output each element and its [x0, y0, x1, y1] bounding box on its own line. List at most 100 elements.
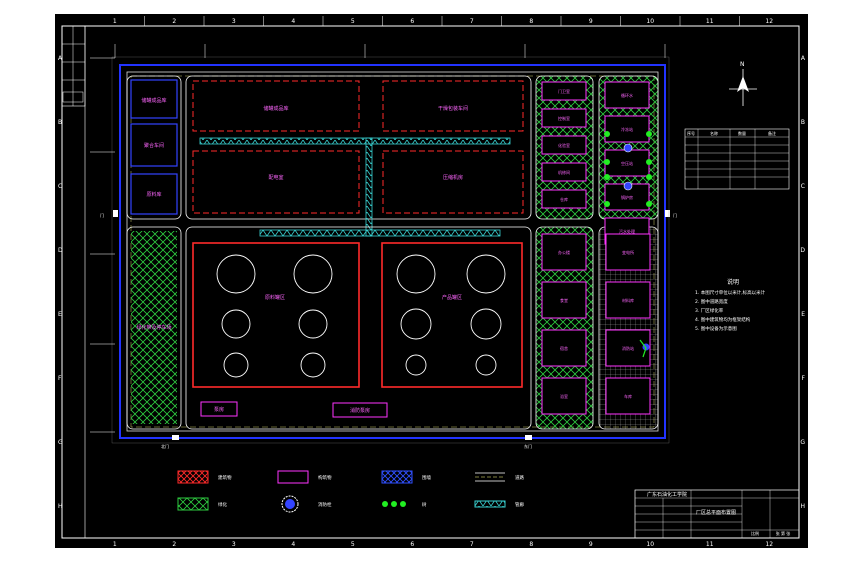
title-block: 广东石油化工学院 厂区总平面布置图 比例 张 第 张 — [634, 489, 800, 539]
building-table: 序号 名称 数量 备注 — [684, 128, 790, 190]
table-header: 名称 — [710, 130, 718, 136]
site-plan-drawing: 112233445566778899101011111212 AABBCCDDE… — [58, 16, 806, 548]
col-label: 10 — [646, 18, 654, 25]
building-label: 办公楼 — [558, 249, 570, 255]
building-label: 仓库 — [560, 196, 568, 202]
note-line: 2. 图中道路宽度 — [695, 298, 728, 305]
green-belt-label: 绿化带及停车场 — [136, 324, 171, 331]
svg-text:东门: 东门 — [524, 443, 532, 449]
label-left-3: 原料库 — [146, 191, 161, 198]
table-header: 数量 — [738, 130, 746, 136]
north-compass: N — [729, 61, 757, 106]
row-label: B — [801, 119, 805, 126]
svg-text:干燥包装车间: 干燥包装车间 — [438, 105, 468, 112]
col-label: 7 — [470, 541, 474, 548]
row-label: D — [58, 247, 63, 254]
label-left-2: 聚合车间 — [144, 142, 164, 149]
storage-tanks — [216, 254, 506, 378]
svg-text:门: 门 — [673, 212, 677, 218]
legend-item: 建筑物 — [177, 470, 232, 484]
building-label: 变电所 — [622, 249, 634, 255]
col-label: 11 — [706, 541, 714, 548]
legend-label: 建筑物 — [218, 474, 232, 481]
building-label: 材料库 — [622, 297, 634, 303]
legend-item: 树 — [382, 501, 427, 508]
col-label: 9 — [589, 541, 593, 548]
gate-east — [665, 210, 670, 217]
legend-label: 道路 — [515, 474, 524, 481]
col-label: 1 — [113, 18, 117, 25]
building-label: 消防站 — [622, 345, 634, 351]
svg-text:消防泵房: 消防泵房 — [350, 407, 370, 414]
column-labels: 112233445566778899101011111212 — [113, 16, 773, 548]
cad-viewport: 1 1 2 2 3 3 4 4 5 5 6 6 7 7 8 8 9 9 10 10 11 11 12 12 AABBCCDDE… — [55, 14, 808, 548]
building-label: 空压站 — [621, 160, 633, 166]
svg-text:泵房: 泵房 — [214, 406, 224, 413]
svg-text:配电室: 配电室 — [268, 174, 283, 181]
note-line: 4. 图中建筑物均为框架结构 — [695, 316, 751, 323]
building-label: 门卫室 — [558, 88, 570, 94]
svg-text:储罐成品库: 储罐成品库 — [263, 105, 288, 112]
building-label: 车库 — [624, 393, 632, 399]
building-label: 化验室 — [558, 142, 570, 148]
legend-item: 消防栓 — [281, 495, 332, 513]
legend-label: 围墙 — [422, 474, 431, 481]
row-label: B — [58, 119, 62, 126]
legend-label: 绿化 — [218, 501, 227, 508]
building-label: 锅炉房 — [621, 194, 633, 200]
building-label: 污水处理 — [619, 228, 635, 234]
row-label: G — [58, 439, 63, 446]
svg-text:厂区总平面布置图: 厂区总平面布置图 — [696, 509, 736, 516]
table-header: 备注 — [768, 130, 776, 136]
gate-west — [113, 210, 118, 217]
left-title-grid — [61, 25, 86, 107]
svg-text:张 第 张: 张 第 张 — [776, 530, 791, 536]
row-label: F — [58, 375, 62, 382]
col-label: 10 — [646, 541, 654, 548]
right-buildings: 门卫室控制室化验室机修间仓库 循环水冷冻站空压站锅炉房污水处理办公楼食堂宿舍浴室 变… — [535, 75, 659, 430]
svg-text:N: N — [740, 61, 745, 68]
col-label: 4 — [291, 18, 295, 25]
tank-area-left — [192, 242, 360, 388]
row-label: H — [58, 503, 63, 510]
col-label: 5 — [351, 18, 355, 25]
legend-label: 管廊 — [515, 501, 524, 508]
row-label: C — [58, 183, 62, 190]
col-label: 8 — [529, 18, 533, 25]
col-label: 7 — [470, 18, 474, 25]
row-label: C — [801, 183, 805, 190]
svg-text:压缩机房: 压缩机房 — [443, 174, 463, 181]
tank-area-right — [381, 242, 523, 388]
label-left-1: 储罐成品库 — [141, 97, 166, 104]
svg-text:说明: 说明 — [727, 278, 739, 286]
col-label: 1 — [113, 541, 117, 548]
col-label: 2 — [172, 541, 176, 548]
legend-item: 围墙 — [381, 470, 431, 484]
note-line: 1. 本图尺寸单位以米计,标高以米计 — [695, 289, 766, 296]
legend: 建筑物 构筑物 围墙 道路绿化 消防栓 树 管廊 — [177, 470, 524, 513]
building-label: 宿舍 — [560, 345, 568, 351]
col-label: 11 — [706, 18, 714, 25]
col-label: 8 — [529, 541, 533, 548]
col-label: 5 — [351, 541, 355, 548]
svg-text:北门: 北门 — [161, 443, 169, 449]
building-label: 浴室 — [560, 393, 568, 399]
col-label: 3 — [232, 541, 236, 548]
row-label: D — [800, 247, 805, 254]
note-line: 3. 厂区绿化率 — [695, 307, 724, 314]
building-label: 食堂 — [560, 297, 568, 303]
legend-item: 构筑物 — [277, 470, 332, 484]
col-label: 12 — [765, 541, 773, 548]
legend-label: 树 — [422, 501, 427, 508]
col-label: 9 — [589, 18, 593, 25]
building-label: 冷冻站 — [621, 126, 633, 132]
pipe-rack-lower — [259, 229, 501, 237]
svg-text:广东石油化工学院: 广东石油化工学院 — [647, 491, 687, 498]
legend-label: 消防栓 — [318, 501, 332, 508]
building-label: 机修间 — [558, 169, 570, 175]
col-label: 6 — [410, 18, 414, 25]
row-label: F — [802, 375, 806, 382]
col-label: 3 — [232, 18, 236, 25]
row-label: E — [801, 311, 805, 318]
col-label: 4 — [291, 541, 295, 548]
